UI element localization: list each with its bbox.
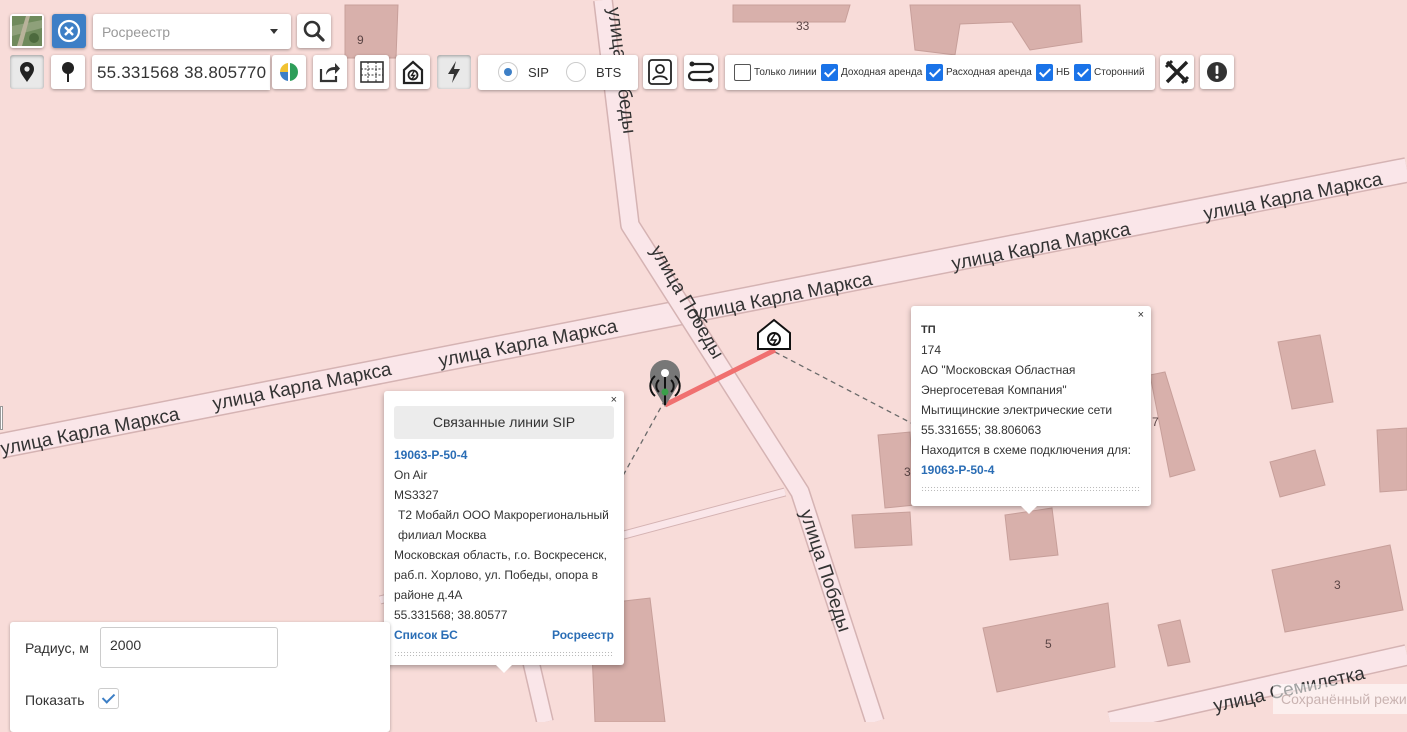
operator-button[interactable] <box>643 55 677 89</box>
search-button[interactable] <box>297 14 331 48</box>
tp-org-line2: Энергосетевая Компания" <box>921 383 1067 397</box>
nb-label: НБ <box>1056 67 1070 78</box>
location-pin-button[interactable] <box>10 55 44 89</box>
income-lease-label: Доходная аренда <box>841 67 923 78</box>
bts-radio[interactable] <box>566 62 586 82</box>
sip-radio[interactable] <box>498 62 518 82</box>
left-edge-handle[interactable] <box>0 406 3 430</box>
house-number: 7 <box>1152 415 1159 429</box>
satellite-thumbnail-icon <box>12 16 42 46</box>
alert-button[interactable] <box>1200 55 1234 89</box>
tp-org-line1: АО "Московская Областная <box>921 363 1076 377</box>
substation-layer-button[interactable] <box>396 55 430 89</box>
income-lease-checkbox[interactable] <box>821 64 838 81</box>
house-number: 5 <box>1045 637 1052 651</box>
person-badge-icon <box>648 59 672 85</box>
related-sip-lines-button[interactable]: Связанные линии SIP <box>394 406 614 439</box>
crossed-tools-icon <box>1164 59 1190 85</box>
provider-logo-icon <box>280 63 298 81</box>
registry-link[interactable]: Росреестр <box>552 625 614 645</box>
substation-popup: × ТП 174 АО "Московская Областная Энерго… <box>911 306 1151 514</box>
cadastral-map-icon <box>360 61 384 83</box>
expense-lease-label: Расходная аренда <box>946 67 1032 78</box>
radius-label: Радиус, м <box>25 640 89 656</box>
bs-list-link[interactable]: Список БС <box>394 625 458 645</box>
radius-panel: Радиус, м 2000 Показать <box>10 622 390 732</box>
close-icon[interactable]: × <box>1138 309 1144 321</box>
house-number: 3 <box>904 465 911 479</box>
map-canvas[interactable]: улица Карла Маркса улица Карла Маркса ул… <box>0 0 1407 722</box>
popup-pointer <box>495 664 513 673</box>
tp-type: ТП <box>921 324 936 336</box>
registry-select-value: Росреестр <box>102 24 171 40</box>
tp-network: Мытищинские электрические сети <box>921 403 1113 417</box>
satellite-layer-button[interactable] <box>10 14 44 48</box>
expense-lease-checkbox[interactable] <box>926 64 943 81</box>
clear-button[interactable] <box>52 14 86 48</box>
tp-coords: 55.331655; 38.806063 <box>921 423 1042 437</box>
marker-button[interactable] <box>51 55 85 89</box>
bts-radio-label: BTS <box>596 65 622 80</box>
chevron-down-icon <box>270 29 278 34</box>
radius-input[interactable]: 2000 <box>100 627 278 668</box>
exclamation-icon <box>1207 62 1227 82</box>
only-lines-label: Только линии <box>754 67 817 78</box>
saved-mode-watermark: Сохранённый режим <box>1273 684 1407 714</box>
house-number: 3 <box>1334 578 1341 592</box>
tp-scheme-label: Находится в схеме подключения для: <box>921 443 1131 457</box>
third-party-label: Сторонний <box>1094 67 1145 78</box>
base-station-popup: × Связанные линии SIP 19063-Р-50-4 On Ai… <box>384 391 624 673</box>
tp-number: 174 <box>921 343 942 357</box>
popup-divider <box>921 486 1141 492</box>
lightning-icon <box>448 61 460 83</box>
bs-id-link[interactable]: 19063-Р-50-4 <box>394 448 467 462</box>
marker-icon <box>62 62 74 82</box>
tools-button[interactable] <box>1160 55 1194 89</box>
bs-address: Московская область, г.о. Воскресенск, ра… <box>394 548 607 602</box>
share-button[interactable] <box>313 55 347 89</box>
power-lines-button[interactable] <box>437 55 471 89</box>
bs-status: On Air <box>394 468 428 482</box>
cadastral-map-button[interactable] <box>355 55 389 89</box>
route-button[interactable] <box>684 55 718 89</box>
bs-operator: Т2 Мобайл ООО Макрорегиональный филиал М… <box>398 508 609 542</box>
show-label: Показать <box>25 692 85 708</box>
map-pin-icon <box>20 62 34 82</box>
house-number: 9 <box>357 33 364 47</box>
map-provider-button[interactable] <box>272 55 306 89</box>
popup-divider <box>394 651 614 657</box>
popup-pointer <box>1020 505 1038 514</box>
search-icon <box>303 20 325 42</box>
layer-type-radio-group: SIP BTS <box>478 55 638 90</box>
bs-coords: 55.331568; 38.80577 <box>394 608 508 622</box>
route-icon <box>687 61 715 83</box>
show-radius-checkbox[interactable] <box>98 688 119 709</box>
substation-house-icon <box>402 60 424 85</box>
nb-checkbox[interactable] <box>1036 64 1053 81</box>
house-number: 33 <box>796 19 810 33</box>
close-circle-icon <box>57 19 81 43</box>
registry-select[interactable]: Росреестр <box>93 14 291 49</box>
third-party-checkbox[interactable] <box>1074 64 1091 81</box>
lease-filter-panel: Только линии Доходная аренда Расходная а… <box>725 55 1155 90</box>
coordinates-input[interactable]: 55.331568 38.805770 <box>92 55 270 90</box>
share-icon <box>319 63 340 83</box>
sip-radio-label: SIP <box>528 65 549 80</box>
only-lines-checkbox[interactable] <box>734 64 751 81</box>
close-icon[interactable]: × <box>611 394 617 406</box>
tp-scheme-link[interactable]: 19063-Р-50-4 <box>921 463 994 477</box>
bs-code: MS3327 <box>394 488 439 502</box>
